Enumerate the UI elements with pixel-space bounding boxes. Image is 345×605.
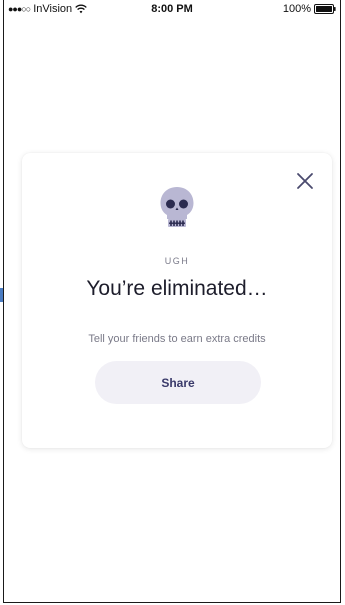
skull-icon xyxy=(160,187,194,227)
side-edge-tab xyxy=(0,288,3,302)
modal-title: You’re eliminated… xyxy=(86,277,268,300)
share-button[interactable]: Share xyxy=(95,361,261,404)
status-bar: ●●●○○ InVision 8:00 PM 100% xyxy=(4,0,340,18)
status-right: 100% xyxy=(283,3,336,15)
phone-frame: ●●●○○ InVision 8:00 PM 100% UGH You’re e… xyxy=(3,0,341,603)
battery-icon xyxy=(314,4,336,14)
battery-percentage: 100% xyxy=(282,3,311,15)
close-icon[interactable] xyxy=(296,172,314,190)
eyebrow-label: UGH xyxy=(164,256,190,266)
eliminated-modal: UGH You’re eliminated… Tell your friends… xyxy=(22,153,332,448)
modal-subtitle: Tell your friends to earn extra credits xyxy=(88,333,266,345)
